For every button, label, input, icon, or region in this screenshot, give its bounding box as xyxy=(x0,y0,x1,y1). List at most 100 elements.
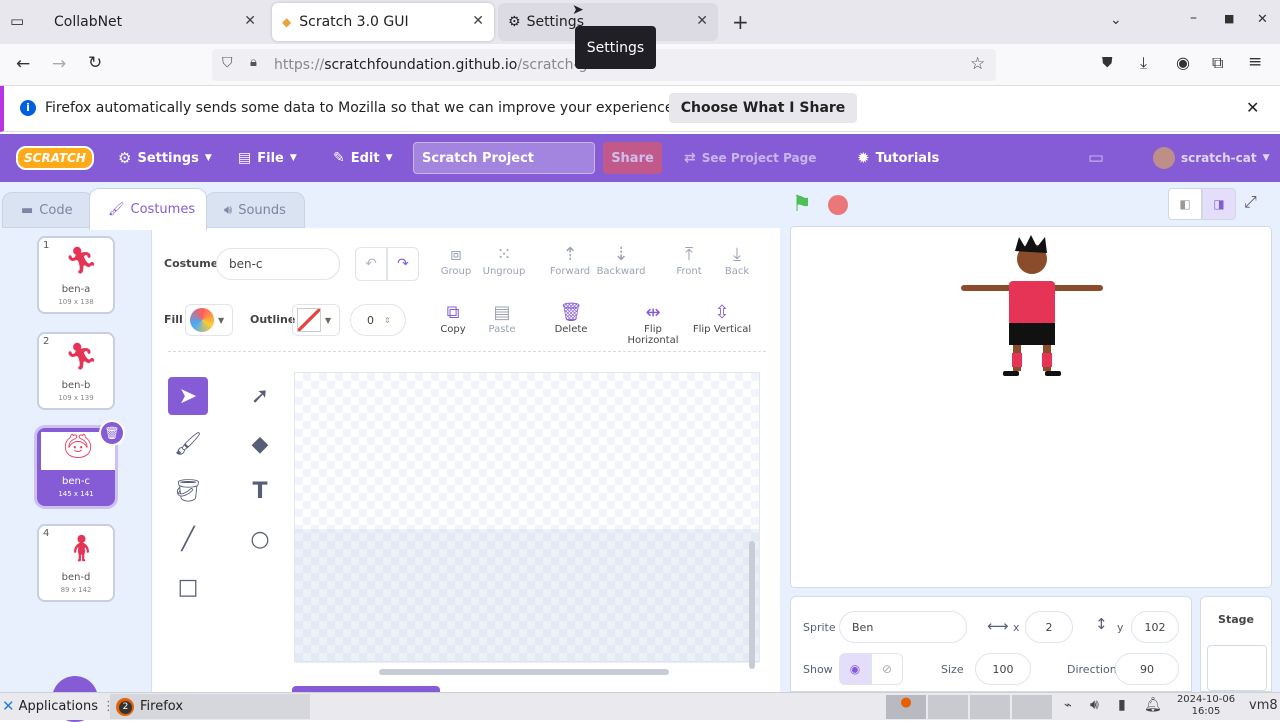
delete-costume-icon[interactable]: 🗑︎ xyxy=(99,420,125,446)
reshape-tool[interactable]: ➚ xyxy=(240,377,280,415)
workspace-3[interactable] xyxy=(970,695,1010,719)
close-notification-icon[interactable]: ✕ xyxy=(1246,98,1259,117)
notification-bell-icon[interactable]: 🔔︎ xyxy=(1144,697,1162,713)
network-icon[interactable]: ⌁ xyxy=(1064,698,1072,713)
sprite-ben[interactable] xyxy=(957,233,1107,381)
new-tab-button[interactable]: + xyxy=(732,10,749,34)
redo-button[interactable]: ↷ xyxy=(387,247,419,281)
applications-menu[interactable]: ✕ Applications ⋮ xyxy=(2,697,115,715)
fill-tool[interactable]: 🪣︎ xyxy=(168,472,208,510)
see-project-page-button[interactable]: ⇄ See Project Page xyxy=(684,134,816,182)
tab-costumes[interactable]: 🖌︎ Costumes xyxy=(89,188,207,230)
x-input[interactable]: 2 xyxy=(1025,611,1073,643)
brush-tool[interactable]: 🖌︎ xyxy=(168,425,208,463)
reload-icon[interactable]: ↻ xyxy=(88,53,102,73)
firefox-taskbar-button[interactable]: 2 Firefox xyxy=(110,694,310,719)
tab-scratch[interactable]: ◆ Scratch 3.0 GUI ✕ xyxy=(272,3,494,41)
direction-input[interactable]: 90 xyxy=(1115,653,1179,685)
select-tool[interactable]: ➤ xyxy=(168,377,208,415)
tab-collabnet[interactable]: CollabNet ✕ xyxy=(44,3,266,41)
y-input[interactable]: 102 xyxy=(1131,611,1179,643)
workspace-2[interactable] xyxy=(928,695,968,719)
pocket-icon[interactable]: ⛊ xyxy=(1102,55,1113,71)
costume-item[interactable]: 2 🏃︎ ben-b 109 x 139 xyxy=(37,332,115,410)
tab-sounds[interactable]: 🔊︎ Sounds xyxy=(205,192,305,228)
volume-icon[interactable]: 🔊︎ xyxy=(1090,697,1099,713)
lock-icon[interactable]: 🔒︎ xyxy=(250,55,257,70)
sprite-name-input[interactable]: Ben xyxy=(839,611,967,643)
close-tab-icon[interactable]: ✕ xyxy=(696,13,708,29)
costume-item-selected[interactable]: 3 🙆︎ ben-c 145 x 141 🗑︎ xyxy=(37,420,125,506)
stop-button[interactable] xyxy=(828,195,848,215)
forward-icon[interactable]: → xyxy=(52,54,66,74)
account-menu[interactable]: scratch-cat ▼ xyxy=(1153,134,1270,182)
paint-canvas[interactable] xyxy=(294,372,760,675)
choose-what-i-share-button[interactable]: Choose What I Share xyxy=(669,93,857,123)
flip-vertical-button[interactable]: ⇳ Flip Vertical xyxy=(687,302,757,335)
show-hidden-button[interactable]: ⊘ xyxy=(871,653,903,685)
circle-tool[interactable]: ○ xyxy=(240,520,280,558)
tab-code[interactable]: ▬ Code xyxy=(2,192,94,228)
costume-name-input[interactable]: ben-c xyxy=(216,248,340,280)
edit-menu[interactable]: ✎ Edit ▼ xyxy=(333,134,393,182)
close-window-button[interactable]: ✕ xyxy=(1257,12,1268,27)
outline-width-stepper[interactable]: 0 ⇕ xyxy=(350,304,406,336)
workspace-1[interactable]: ● xyxy=(886,695,926,719)
delete-button[interactable]: 🗑︎ Delete xyxy=(541,302,601,335)
close-tab-icon[interactable]: ✕ xyxy=(472,13,484,29)
tab-overview-icon[interactable]: ▭ xyxy=(10,12,28,30)
ungroup-button[interactable]: ⁙ Ungroup xyxy=(474,244,534,277)
maximize-button[interactable]: ■ xyxy=(1224,12,1234,25)
bookmark-star-icon[interactable]: ☆ xyxy=(970,54,985,74)
undo-button[interactable]: ↶ xyxy=(355,247,387,281)
workspace-4[interactable] xyxy=(1012,695,1052,719)
scratch-favicon-icon: ◆ xyxy=(282,15,292,29)
back-button[interactable]: ⤓ Back xyxy=(707,244,767,277)
minimize-button[interactable]: – xyxy=(1190,10,1197,26)
backward-button[interactable]: ⇣ Backward xyxy=(591,244,651,277)
stepper-arrows-icon[interactable]: ⇕ xyxy=(384,316,391,325)
stage-selector[interactable]: Stage xyxy=(1200,596,1272,692)
file-menu[interactable]: ▤ File ▼ xyxy=(238,134,297,182)
green-flag-button[interactable]: ⚑ xyxy=(792,192,812,217)
flip-horizontal-button[interactable]: ⇹ Flip Horizontal xyxy=(618,302,688,346)
size-input[interactable]: 100 xyxy=(975,653,1031,685)
scratch-logo[interactable]: SCRATCH xyxy=(16,134,94,182)
tab-list-icon[interactable]: ⌄ xyxy=(1110,12,1122,28)
text-tool[interactable]: T xyxy=(240,472,280,510)
download-icon[interactable]: ⤓ xyxy=(1140,53,1147,73)
extensions-icon[interactable]: ⧉ xyxy=(1212,53,1223,73)
paste-button[interactable]: ▤ Paste xyxy=(472,302,532,335)
shield-icon[interactable]: ⛉ xyxy=(222,55,233,71)
outline-color-picker[interactable]: ▼ xyxy=(292,304,340,336)
show-visible-button[interactable]: ◉ xyxy=(839,653,871,685)
rectangle-tool[interactable]: □ xyxy=(168,568,208,606)
costume-item[interactable]: 1 🏃︎ ben-a 109 x 138 xyxy=(37,236,115,314)
vertical-scrollbar[interactable] xyxy=(749,541,755,669)
flip-vertical-icon: ⇳ xyxy=(714,302,730,323)
back-icon[interactable]: ← xyxy=(16,54,30,74)
settings-menu[interactable]: ⚙ Settings ▼ xyxy=(118,134,212,182)
fullscreen-button[interactable]: ⤢ xyxy=(1244,192,1257,212)
line-tool[interactable]: ╱ xyxy=(168,520,208,558)
stage[interactable] xyxy=(790,226,1272,588)
menu-icon[interactable]: ≡ xyxy=(1248,52,1262,72)
tab-label: CollabNet xyxy=(54,14,123,30)
workspace-switcher[interactable]: ● xyxy=(886,695,1052,719)
my-stuff-folder-icon[interactable]: ▭ xyxy=(1088,134,1104,182)
eraser-tool[interactable]: ◆ xyxy=(240,425,280,463)
fill-color-picker[interactable]: ▼ xyxy=(185,304,233,336)
url-text[interactable]: https://scratchfoundation.github.io/scra… xyxy=(274,57,587,73)
clock[interactable]: 2024-10-06 16:05 xyxy=(1170,694,1242,718)
small-stage-button[interactable]: ◧ xyxy=(1168,188,1202,220)
share-button[interactable]: Share xyxy=(603,142,662,174)
horizontal-scrollbar[interactable] xyxy=(379,669,669,675)
normal-stage-button[interactable]: ◨ xyxy=(1202,188,1236,220)
battery-icon[interactable]: ▮ xyxy=(1118,697,1126,713)
tutorials-button[interactable]: ✹ Tutorials xyxy=(857,134,939,182)
costume-item[interactable]: 4 🧍︎ ben-d 89 x 142 xyxy=(37,524,115,602)
account-icon[interactable]: ◉ xyxy=(1176,53,1190,72)
button-label: Delete xyxy=(554,324,588,335)
close-tab-icon[interactable]: ✕ xyxy=(244,13,256,29)
project-title-input[interactable]: Scratch Project xyxy=(413,142,595,174)
